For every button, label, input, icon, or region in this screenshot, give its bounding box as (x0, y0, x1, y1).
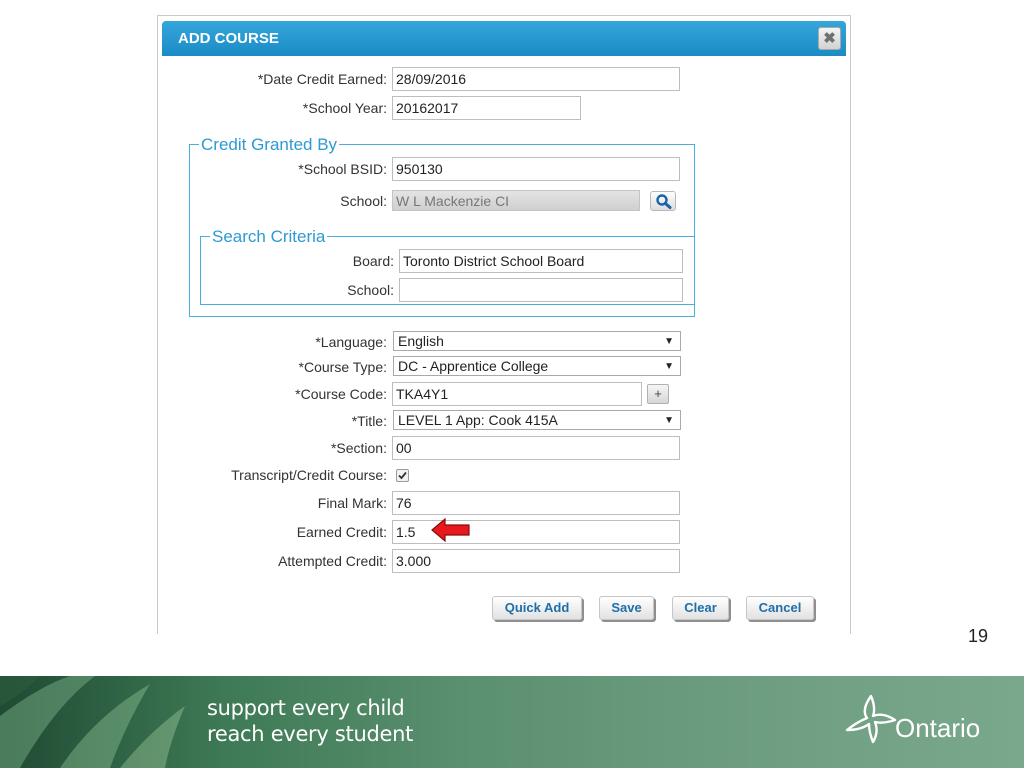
title-value: LEVEL 1 App: Cook 415A (398, 412, 558, 428)
dialog-title: ADD COURSE (178, 30, 279, 47)
school-display-field: W L Mackenzie CI (392, 190, 640, 211)
school-bsid-input[interactable]: 950130 (392, 157, 680, 181)
trillium-logo-icon (845, 694, 897, 744)
title-select[interactable]: LEVEL 1 App: Cook 415A ▼ (393, 410, 681, 430)
course-code-input[interactable]: TKA4Y1 (392, 382, 642, 406)
plus-icon: + (654, 386, 662, 401)
add-course-dialog: ADD COURSE ✖ *Date Credit Earned: 28/09/… (157, 15, 851, 634)
footer-banner: support every child reach every student … (0, 676, 1024, 768)
course-type-label: *Course Type: (298, 359, 387, 375)
language-label: *Language: (315, 334, 387, 350)
dropdown-arrow-icon: ▼ (664, 361, 674, 372)
search-school-input[interactable] (399, 278, 683, 302)
close-icon: ✖ (823, 30, 836, 47)
date-credit-earned-label: *Date Credit Earned: (257, 71, 387, 87)
slogan-line-2: reach every student (207, 722, 414, 746)
dropdown-arrow-icon: ▼ (664, 336, 674, 347)
search-school-label: School: (347, 282, 394, 298)
school-label: School: (340, 193, 387, 209)
language-value: English (398, 333, 444, 349)
section-label: *Section: (330, 440, 387, 456)
credit-granted-by-legend: Credit Granted By (199, 135, 340, 155)
red-arrow-icon (431, 517, 470, 543)
attempted-credit-label: Attempted Credit: (278, 553, 387, 569)
board-input[interactable]: Toronto District School Board (399, 249, 683, 273)
slogan-line-1: support every child (207, 696, 405, 720)
earned-credit-label: Earned Credit: (296, 524, 387, 540)
attempted-credit-input[interactable]: 3.000 (392, 549, 680, 573)
board-label: Board: (352, 253, 394, 269)
close-button[interactable]: ✖ (818, 27, 841, 50)
school-year-input[interactable]: 20162017 (392, 96, 581, 120)
dropdown-arrow-icon: ▼ (664, 415, 674, 426)
course-type-select[interactable]: DC - Apprentice College ▼ (393, 356, 681, 376)
save-button[interactable]: Save (599, 596, 654, 620)
section-input[interactable]: 00 (392, 436, 680, 460)
search-criteria-legend: Search Criteria (210, 227, 328, 247)
clear-button[interactable]: Clear (672, 596, 729, 620)
transcript-credit-course-checkbox[interactable] (396, 469, 409, 482)
final-mark-input[interactable]: 76 (392, 491, 680, 515)
language-select[interactable]: English ▼ (393, 331, 681, 351)
dialog-titlebar: ADD COURSE ✖ (162, 21, 846, 56)
magnifier-icon (656, 194, 672, 209)
transcript-credit-course-label: Transcript/Credit Course: (231, 467, 387, 483)
leaf-graphic-icon (0, 676, 185, 768)
title-label: *Title: (351, 413, 387, 429)
school-search-button[interactable] (650, 191, 676, 211)
date-credit-earned-input[interactable]: 28/09/2016 (392, 67, 680, 91)
cancel-button[interactable]: Cancel (746, 596, 814, 620)
ontario-logo-text: Ontario (895, 713, 981, 743)
checkmark-icon (398, 471, 407, 480)
school-bsid-label: *School BSID: (298, 161, 387, 177)
add-course-code-button[interactable]: + (647, 384, 669, 404)
slide-page-number: 19 (968, 626, 989, 646)
school-year-label: *School Year: (302, 100, 387, 116)
course-code-label: *Course Code: (295, 386, 387, 402)
course-type-value: DC - Apprentice College (398, 358, 549, 374)
final-mark-label: Final Mark: (317, 495, 387, 511)
quick-add-button[interactable]: Quick Add (492, 596, 582, 620)
